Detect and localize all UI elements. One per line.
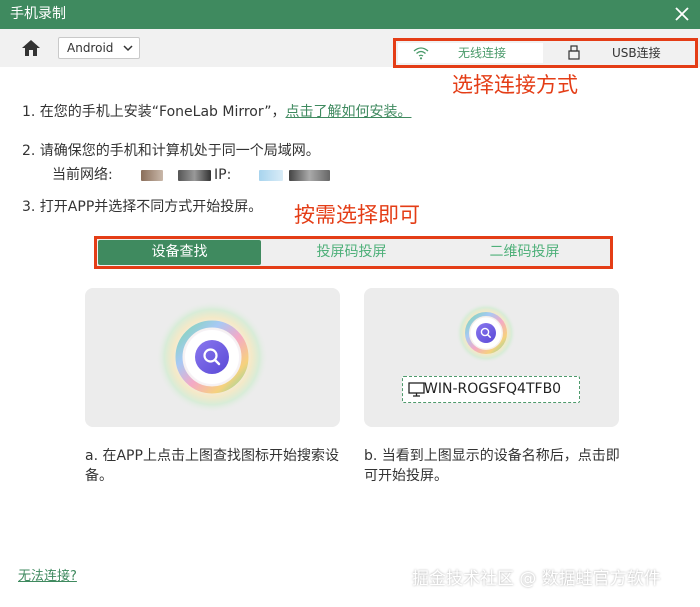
tab-usb-label: USB连接 bbox=[612, 46, 661, 60]
network-info: 当前网络: IP: bbox=[52, 165, 231, 185]
step-install: 1. 在您的手机上安装“FoneLab Mirror”，点击了解如何安装。 bbox=[22, 102, 411, 122]
usb-icon bbox=[568, 45, 580, 60]
device-search-illustration bbox=[156, 301, 268, 413]
device-found-card: WIN-ROGSFQ4TFB0 bbox=[364, 288, 619, 427]
ip-label: IP: bbox=[214, 167, 232, 183]
ip-redacted bbox=[259, 170, 283, 181]
wifi-icon bbox=[413, 47, 429, 60]
window-title: 手机录制 bbox=[10, 6, 66, 22]
network-name-redacted bbox=[141, 170, 163, 181]
network-name-redacted-2 bbox=[178, 170, 211, 181]
tab-device-search[interactable]: 设备查找 bbox=[98, 240, 261, 265]
network-label: 当前网络: bbox=[52, 167, 113, 183]
chevron-down-icon bbox=[123, 45, 133, 52]
annotation-method: 按需选择即可 bbox=[294, 203, 420, 227]
connection-mode-switch: 无线连接 USB连接 bbox=[393, 38, 698, 68]
device-name: WIN-ROGSFQ4TFB0 bbox=[424, 381, 562, 397]
step-open-app: 3. 打开APP并选择不同方式开始投屏。 bbox=[22, 199, 263, 215]
device-search-card bbox=[85, 288, 340, 427]
device-found-description: b. 当看到上图显示的设备名称后，点击即可开始投屏。 bbox=[364, 448, 620, 484]
title-bar: 手机录制 bbox=[0, 0, 700, 29]
tab-usb[interactable]: USB连接 bbox=[544, 43, 694, 63]
watermark: 掘金技术社区 @ 数据蛙官方软件 bbox=[412, 569, 661, 589]
method-tabs: 设备查找 投屏码投屏 二维码投屏 bbox=[94, 236, 613, 269]
ip-redacted-2 bbox=[289, 170, 330, 181]
os-select-value: Android bbox=[67, 41, 114, 55]
tab-wireless-label: 无线连接 bbox=[458, 46, 507, 60]
tab-qr-code[interactable]: 二维码投屏 bbox=[442, 240, 607, 265]
device-name-pill[interactable]: WIN-ROGSFQ4TFB0 bbox=[402, 376, 580, 403]
tab-wireless[interactable]: 无线连接 bbox=[398, 43, 543, 63]
close-icon[interactable] bbox=[672, 4, 692, 24]
annotation-connection: 选择连接方式 bbox=[452, 73, 578, 97]
tab-pin-code[interactable]: 投屏码投屏 bbox=[269, 240, 434, 265]
cannot-connect-link[interactable]: 无法连接? bbox=[18, 568, 77, 586]
step-network: 2. 请确保您的手机和计算机处于同一个局域网。 bbox=[22, 143, 320, 159]
home-icon[interactable] bbox=[20, 38, 42, 58]
device-search-description: a. 在APP上点击上图查找图标开始搜索设备。 bbox=[85, 448, 339, 484]
install-guide-link[interactable]: 点击了解如何安装。 bbox=[285, 104, 411, 120]
monitor-icon bbox=[408, 382, 425, 397]
os-select[interactable]: Android bbox=[58, 37, 140, 59]
search-icon bbox=[195, 340, 229, 374]
step-install-text: 1. 在您的手机上安装“FoneLab Mirror”， bbox=[22, 104, 286, 120]
device-found-illustration bbox=[456, 303, 516, 363]
